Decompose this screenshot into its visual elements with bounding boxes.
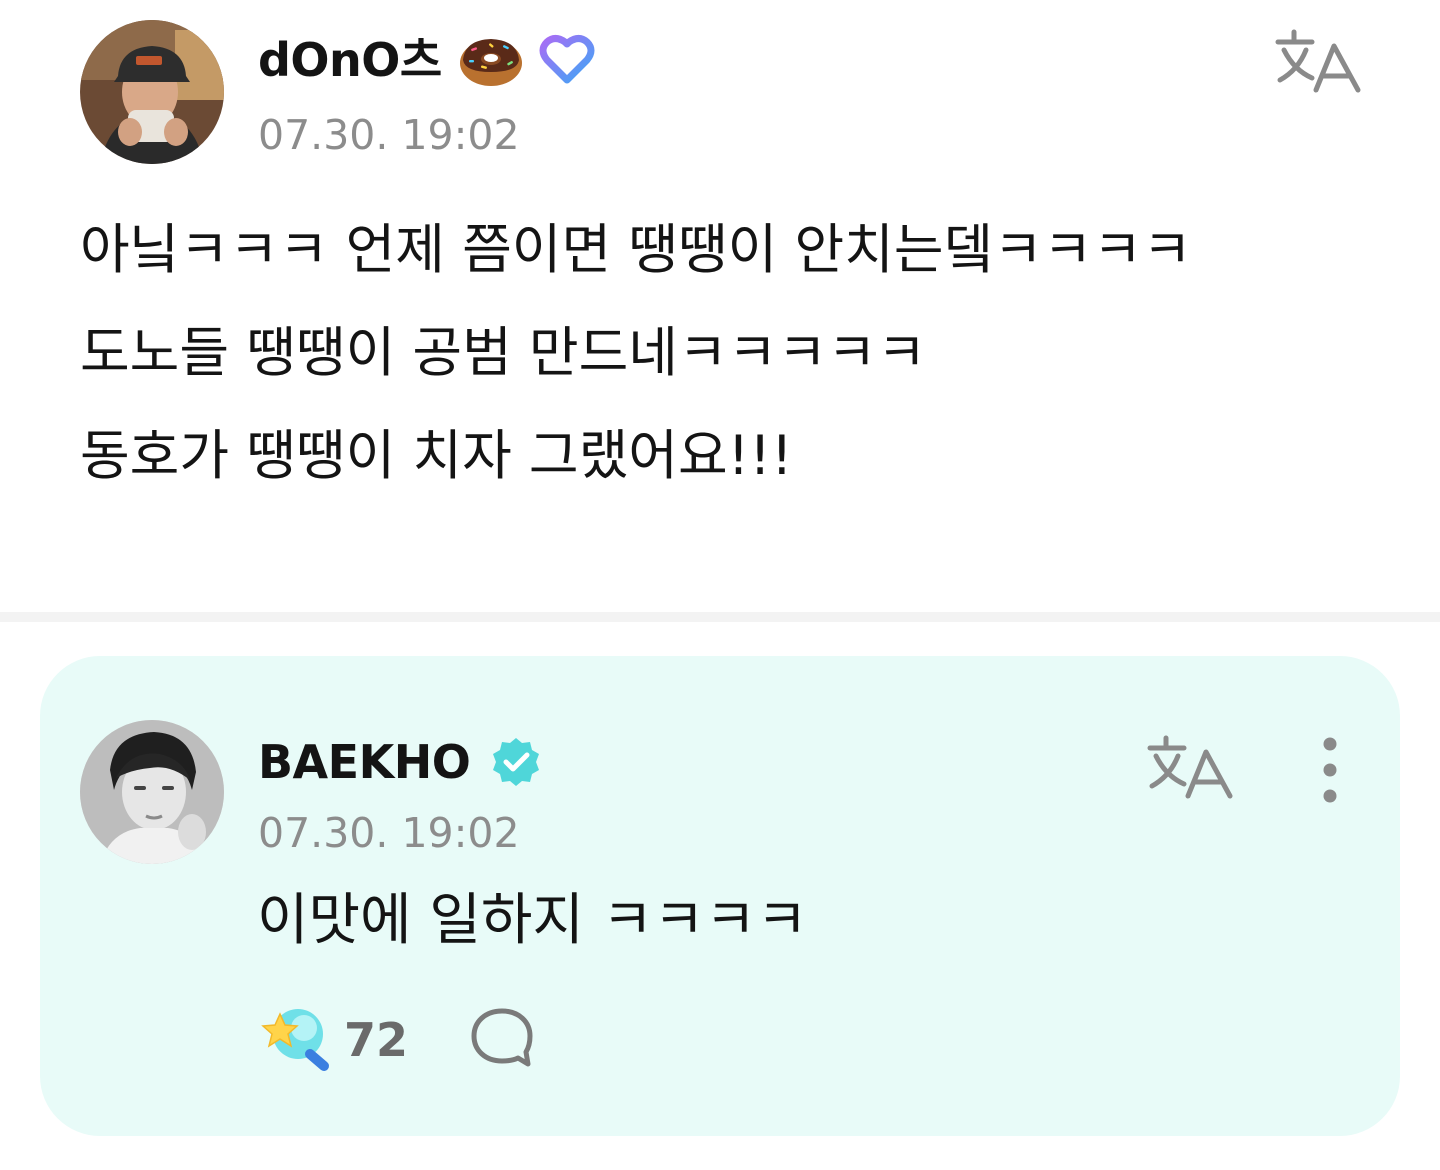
section-divider (0, 612, 1440, 622)
post-line: 도노들 땡땡이 공범 만드네ㅋㅋㅋㅋㅋ (80, 321, 927, 384)
post-author-name: dOnO츠 (258, 33, 442, 87)
more-vertical-icon (1323, 737, 1337, 803)
verified-badge-icon (492, 737, 539, 786)
like-button[interactable] (258, 1004, 334, 1074)
lightstick-like-icon (261, 1009, 329, 1071)
more-options-button[interactable] (1310, 736, 1350, 804)
like-count: 72 (344, 1013, 409, 1067)
artist-avatar[interactable] (80, 720, 224, 864)
post-timestamp: 07.30. 19:02 (258, 111, 520, 159)
translate-icon (1275, 29, 1361, 93)
post-line: 아닠ㅋㅋㅋ 언제 쯤이면 땡땡이 안치는뎈ㅋㅋㅋㅋ (80, 218, 1192, 281)
user-avatar[interactable] (80, 20, 224, 164)
reply-author-name: BAEKHO (258, 735, 471, 789)
comment-bubble-icon (471, 1008, 533, 1067)
reply-author[interactable]: BAEKHO (258, 734, 542, 790)
fan-heart-badge-icon (539, 34, 595, 83)
post-body: 아닠ㅋㅋㅋ 언제 쯤이면 땡땡이 안치는뎈ㅋㅋㅋㅋ 도노들 땡땡이 공범 만드네… (80, 218, 1380, 527)
translate-button[interactable] (1274, 28, 1364, 100)
comment-thread: dOnO츠 07.30. 19:02 아닠ㅋㅋㅋ 언제 쯤이면 땡땡이 안치는뎈… (0, 0, 1440, 1170)
reply-translate-button[interactable] (1146, 734, 1236, 806)
comment-button[interactable] (470, 1006, 534, 1070)
post-author[interactable]: dOnO츠 (258, 32, 595, 88)
translate-icon (1147, 735, 1233, 799)
donut-icon (460, 38, 523, 86)
reply-timestamp: 07.30. 19:02 (258, 809, 520, 857)
post-line: 동호가 땡땡이 치자 그랬어요!!! (80, 424, 793, 487)
reply-body: 이맛에 일하지 ㅋㅋㅋㅋ (257, 888, 808, 953)
